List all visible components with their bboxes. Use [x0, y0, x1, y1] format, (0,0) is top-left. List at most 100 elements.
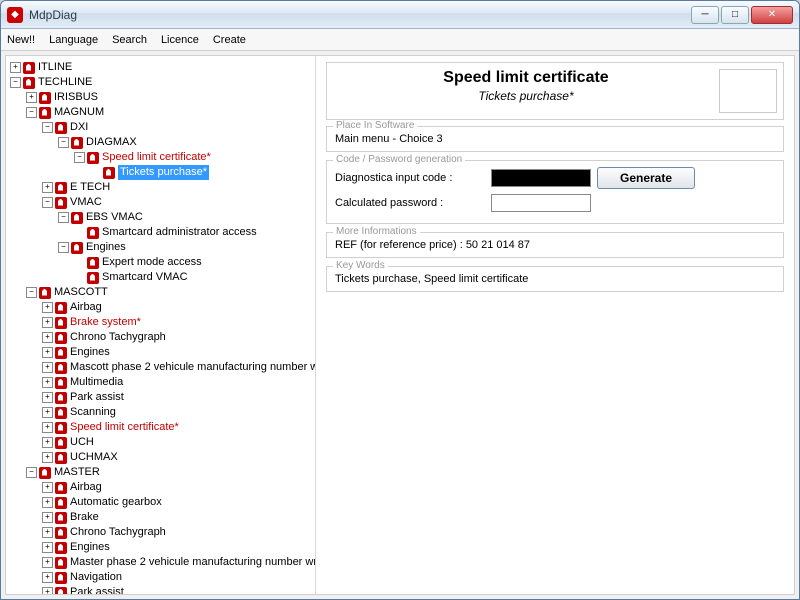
folder-icon	[55, 197, 67, 209]
tree-mascottp2[interactable]: +Mascott phase 2 vehicule manufacturing …	[10, 360, 313, 375]
minimize-button[interactable]: ─	[691, 6, 719, 24]
tree-multimedia[interactable]: +Multimedia	[10, 375, 313, 390]
section-label: More Informations	[333, 226, 420, 237]
tree-masterp2[interactable]: +Master phase 2 vehicule manufacturing n…	[10, 555, 313, 570]
diag-input-label: Diagnostica input code :	[335, 172, 485, 184]
folder-icon	[55, 437, 67, 449]
folder-icon	[55, 542, 67, 554]
tree-uchmax[interactable]: +UCHMAX	[10, 450, 313, 465]
menu-search[interactable]: Search	[112, 34, 147, 46]
folder-icon	[39, 467, 51, 479]
folder-icon	[71, 242, 83, 254]
tree-airbag2[interactable]: +Airbag	[10, 480, 313, 495]
folder-icon	[55, 527, 67, 539]
tree-diagmax[interactable]: −DIAGMAX	[10, 135, 313, 150]
folder-icon	[55, 557, 67, 569]
titlebar[interactable]: ◆ MdpDiag ─ □ ✕	[1, 1, 799, 29]
tree-parkassist2[interactable]: +Park assist	[10, 585, 313, 594]
tree-etech[interactable]: +E TECH	[10, 180, 313, 195]
keywords-value: Tickets purchase, Speed limit certificat…	[335, 273, 775, 285]
tree-master[interactable]: −MASTER	[10, 465, 313, 480]
tree-engines[interactable]: −Engines	[10, 240, 313, 255]
folder-icon	[55, 317, 67, 329]
image-placeholder	[719, 69, 777, 113]
diag-input-field[interactable]	[491, 169, 591, 187]
tree-itline[interactable]: +ITLINE	[10, 60, 313, 75]
folder-icon	[71, 212, 83, 224]
folder-icon	[55, 332, 67, 344]
folder-icon	[55, 512, 67, 524]
section-place: Place In Software Main menu - Choice 3	[326, 126, 784, 152]
page-subtitle: Tickets purchase*	[333, 89, 719, 103]
folder-icon	[87, 227, 99, 239]
folder-icon	[55, 407, 67, 419]
tree-mascott[interactable]: −MASCOTT	[10, 285, 313, 300]
folder-icon	[55, 482, 67, 494]
tree-engines3[interactable]: +Engines	[10, 540, 313, 555]
calc-pwd-label: Calculated password :	[335, 197, 485, 209]
tree-vmac[interactable]: −VMAC	[10, 195, 313, 210]
menu-create[interactable]: Create	[213, 34, 246, 46]
folder-icon	[55, 302, 67, 314]
folder-icon	[39, 92, 51, 104]
folder-icon	[55, 122, 67, 134]
tree-smartvmac[interactable]: Smartcard VMAC	[10, 270, 313, 285]
tree-chrono[interactable]: +Chrono Tachygraph	[10, 330, 313, 345]
folder-icon	[55, 452, 67, 464]
menubar: New!! Language Search Licence Create	[1, 29, 799, 51]
generate-button[interactable]: Generate	[597, 167, 695, 189]
ref-value: REF (for reference price) : 50 21 014 87	[335, 239, 775, 251]
detail-panel: Speed limit certificate Tickets purchase…	[316, 56, 794, 594]
section-label: Key Words	[333, 260, 388, 271]
section-label: Code / Password generation	[333, 154, 465, 165]
content: +ITLINE −TECHLINE +IRISBUS −MAGNUM −DXI …	[5, 55, 795, 595]
tree-techline[interactable]: −TECHLINE	[10, 75, 313, 90]
tree-brake2[interactable]: +Brake	[10, 510, 313, 525]
place-value: Main menu - Choice 3	[335, 133, 775, 145]
section-keywords: Key Words Tickets purchase, Speed limit …	[326, 266, 784, 292]
maximize-button[interactable]: □	[721, 6, 749, 24]
close-button[interactable]: ✕	[751, 6, 793, 24]
tree-ebsvmac[interactable]: −EBS VMAC	[10, 210, 313, 225]
tree-panel[interactable]: +ITLINE −TECHLINE +IRISBUS −MAGNUM −DXI …	[6, 56, 316, 594]
tree-tickets[interactable]: Tickets purchase*	[10, 165, 313, 180]
folder-icon	[103, 167, 115, 179]
folder-icon	[55, 587, 67, 595]
menu-language[interactable]: Language	[49, 34, 98, 46]
tree-magnum[interactable]: −MAGNUM	[10, 105, 313, 120]
window-title: MdpDiag	[29, 8, 691, 22]
tree-speedlimit[interactable]: −Speed limit certificate*	[10, 150, 313, 165]
window-controls: ─ □ ✕	[691, 6, 793, 24]
tree-uch[interactable]: +UCH	[10, 435, 313, 450]
folder-icon	[23, 62, 35, 74]
tree-dxi[interactable]: −DXI	[10, 120, 313, 135]
folder-icon	[39, 287, 51, 299]
folder-icon	[55, 497, 67, 509]
tree-navigation[interactable]: +Navigation	[10, 570, 313, 585]
menu-new[interactable]: New!!	[7, 34, 35, 46]
calc-pwd-field[interactable]	[491, 194, 591, 212]
tree-speedlimit2[interactable]: +Speed limit certificate*	[10, 420, 313, 435]
tree-airbag[interactable]: +Airbag	[10, 300, 313, 315]
folder-icon	[87, 272, 99, 284]
app-icon: ◆	[7, 7, 23, 23]
tree-chrono2[interactable]: +Chrono Tachygraph	[10, 525, 313, 540]
app-window: ◆ MdpDiag ─ □ ✕ New!! Language Search Li…	[0, 0, 800, 600]
section-label: Place In Software	[333, 120, 417, 131]
tree-smartadmin[interactable]: Smartcard administrator access	[10, 225, 313, 240]
folder-icon	[55, 182, 67, 194]
folder-icon	[55, 362, 67, 374]
folder-icon	[55, 572, 67, 584]
tree-scanning[interactable]: +Scanning	[10, 405, 313, 420]
tree-engines2[interactable]: +Engines	[10, 345, 313, 360]
folder-icon	[23, 77, 35, 89]
folder-icon	[71, 137, 83, 149]
tree-parkassist[interactable]: +Park assist	[10, 390, 313, 405]
section-code: Code / Password generation Diagnostica i…	[326, 160, 784, 224]
header-box: Speed limit certificate Tickets purchase…	[326, 62, 784, 120]
tree-irisbus[interactable]: +IRISBUS	[10, 90, 313, 105]
tree-autogear[interactable]: +Automatic gearbox	[10, 495, 313, 510]
tree-expertmode[interactable]: Expert mode access	[10, 255, 313, 270]
menu-licence[interactable]: Licence	[161, 34, 199, 46]
tree-brake[interactable]: +Brake system*	[10, 315, 313, 330]
